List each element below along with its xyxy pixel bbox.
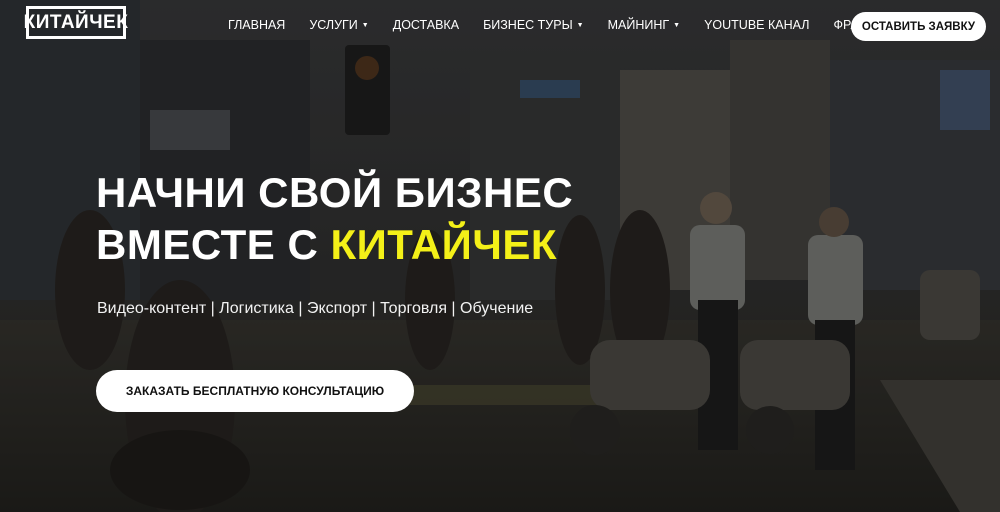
nav-item-label: YouTube канал [704,18,810,32]
hero-title: НАЧНИ СВОЙ БИЗНЕС ВМЕСТЕ С КИТАЙЧЕК [96,167,573,271]
nav-item-label: Майнинг [607,18,670,32]
nav-item-label: Услуги [309,18,358,32]
site-logo[interactable]: КИТАЙЧЕК [23,6,129,39]
dropdown-caret-icon: ▼ [576,21,584,29]
nav-item-mining[interactable]: Майнинг ▼ [608,18,680,32]
nav-item-delivery[interactable]: Доставка [393,18,459,32]
main-nav: Главная Услуги ▼ Доставка Бизнес туры ▼ … [228,18,931,32]
nav-item-label: Доставка [392,18,460,32]
free-consultation-button[interactable]: ЗАКАЗАТЬ БЕСПЛАТНУЮ КОНСУЛЬТАЦИЮ [96,370,414,412]
leave-request-button-label: ОСТАВИТЬ ЗАЯВКУ [861,20,976,33]
navbar: КИТАЙЧЕК Главная Услуги ▼ Доставка Бизне… [0,0,1000,52]
hero-title-line2-prefix: ВМЕСТЕ С [96,221,331,268]
hero-title-line1: НАЧНИ СВОЙ БИЗНЕС [96,169,574,216]
dropdown-caret-icon: ▼ [361,21,369,29]
nav-item-label: Главная [228,18,286,32]
nav-item-label: Бизнес туры [483,18,573,32]
nav-item-home[interactable]: Главная [228,18,285,32]
nav-item-business-tours[interactable]: Бизнес туры ▼ [483,18,584,32]
leave-request-button[interactable]: ОСТАВИТЬ ЗАЯВКУ [851,12,986,41]
dropdown-caret-icon: ▼ [673,21,681,29]
nav-item-youtube[interactable]: YouTube канал [704,18,809,32]
nav-item-services[interactable]: Услуги ▼ [309,18,368,32]
free-consultation-button-label: ЗАКАЗАТЬ БЕСПЛАТНУЮ КОНСУЛЬТАЦИЮ [125,384,385,398]
logo-text: КИТАЙЧЕК [23,11,129,33]
hero-subtitle: Видео-контент | Логистика | Экспорт | То… [97,300,534,317]
hero-title-accent: КИТАЙЧЕК [330,221,557,268]
